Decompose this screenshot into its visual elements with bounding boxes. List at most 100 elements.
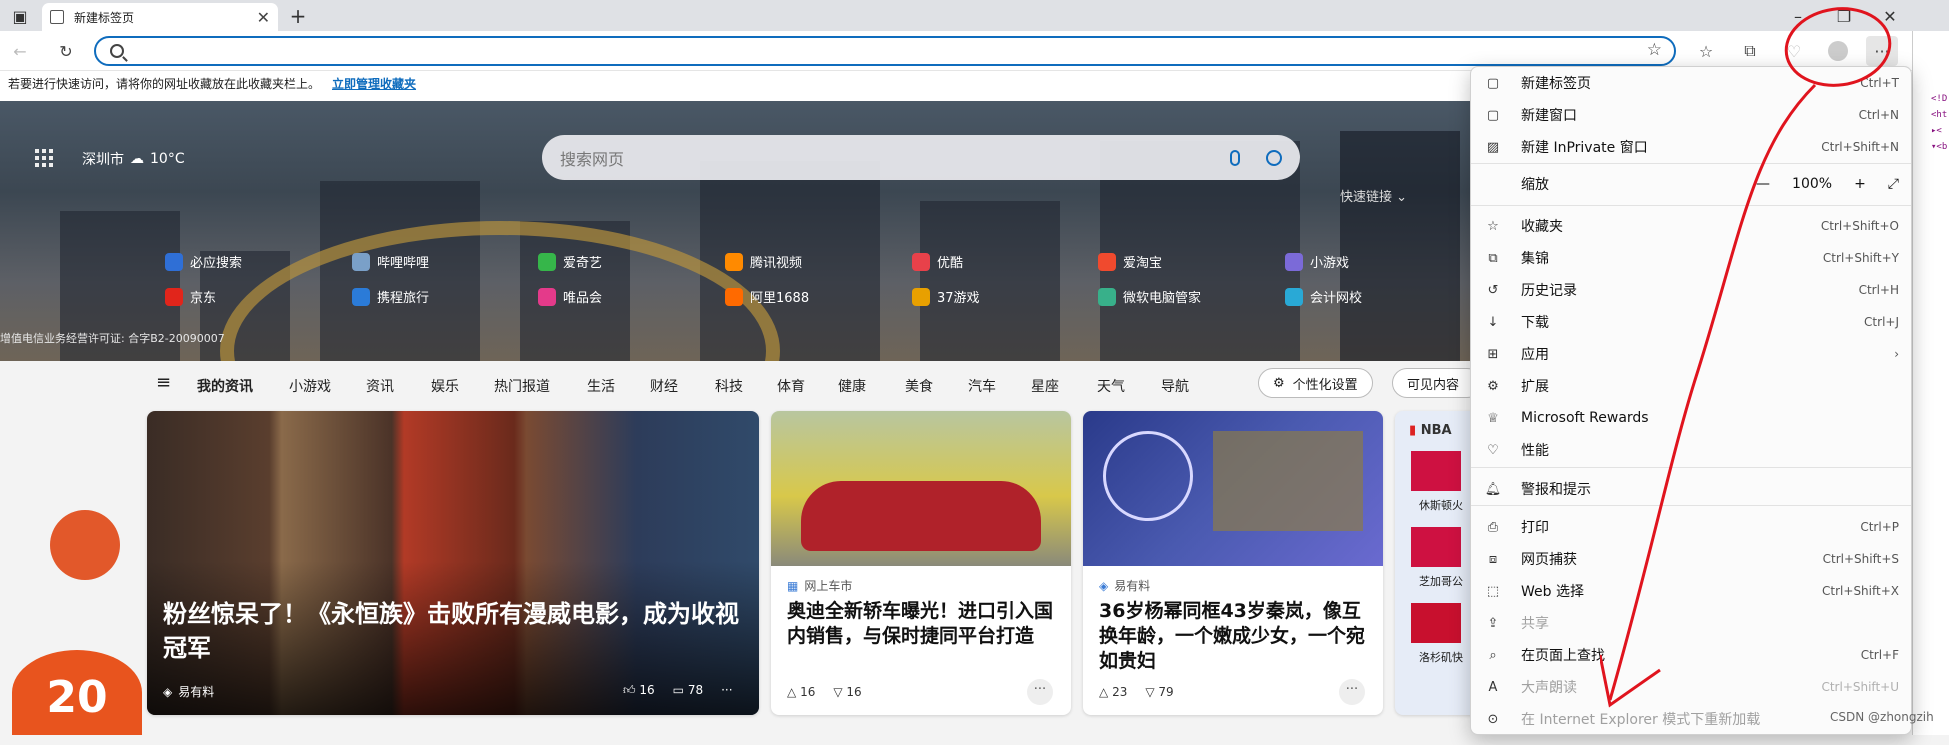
alerts-icon: 🔔︎ (1484, 481, 1502, 497)
apps-icon: ⊞ (1487, 346, 1499, 362)
thumb-up-icon[interactable]: △ (1099, 685, 1108, 699)
news-tab[interactable]: 健康 (838, 376, 866, 396)
quick-link[interactable]: 37游戏 (912, 287, 980, 306)
search-icon (110, 44, 124, 58)
new-tab-icon: ▢ (1486, 75, 1500, 91)
news-source: 网上车市 (804, 579, 853, 593)
menu-item-label: 在页面上查找 (1521, 648, 1605, 664)
source-icon: ◈ (1099, 578, 1109, 593)
back-icon[interactable]: ← (4, 36, 36, 66)
thumb-down-icon[interactable]: ▽ (833, 685, 842, 699)
visible-content-button[interactable]: 可见内容 (1392, 368, 1482, 398)
more-icon[interactable]: ··· (1027, 679, 1053, 705)
news-tab[interactable]: 美食 (905, 376, 933, 396)
menu-icon[interactable]: ≡ (156, 372, 171, 393)
history-icon: ↺ (1487, 282, 1499, 298)
quick-link[interactable]: 携程旅行 (352, 287, 429, 306)
quick-links-toggle[interactable]: 快速链接 ⌄ (1340, 186, 1407, 205)
refresh-icon[interactable]: ↻ (50, 36, 82, 66)
news-tab[interactable]: 科技 (715, 376, 743, 396)
new-tab-button[interactable]: + (280, 3, 316, 29)
nba-label: NBA (1420, 423, 1452, 438)
microphone-icon[interactable] (1230, 149, 1240, 166)
news-tab[interactable]: 小游戏 (289, 376, 331, 396)
zoom-spacer (1485, 176, 1501, 192)
news-title[interactable]: 粉丝惊呆了！《永恒族》击败所有漫威电影，成为收视冠军 (163, 597, 743, 665)
site-icon (165, 287, 183, 306)
site-icon (538, 287, 556, 306)
news-tab[interactable]: 汽车 (968, 376, 996, 396)
site-icon (725, 252, 743, 271)
news-tab[interactable]: 娱乐 (431, 376, 459, 396)
menu-item-label: 历史记录 (1521, 283, 1577, 299)
site-icon (1285, 252, 1303, 271)
more-icon[interactable]: ··· (1339, 679, 1365, 705)
quick-link[interactable]: 微软电脑管家 (1098, 287, 1201, 306)
quick-link[interactable]: 爱奇艺 (538, 252, 602, 271)
menu-item-label: 打印 (1521, 520, 1549, 536)
source-icon: ◈ (163, 684, 173, 699)
news-tab[interactable]: 财经 (650, 376, 678, 396)
downloads-icon: ↓ (1487, 314, 1499, 330)
tab-close-icon[interactable]: ✕ (257, 8, 270, 27)
rewards-icon: ♕ (1487, 410, 1499, 426)
quick-link[interactable]: 京东 (165, 287, 216, 306)
tab-actions-icon[interactable]: ▣ (2, 3, 38, 29)
thumb-down-icon[interactable]: ▽ (1145, 685, 1154, 699)
news-title[interactable]: 奥迪全新轿车曝光！进口引入国内销售，与保时捷同平台打造 (787, 599, 1057, 649)
news-tab[interactable]: 星座 (1031, 376, 1059, 396)
news-source: 易有料 (178, 685, 215, 699)
web-select-icon: ⬚ (1486, 583, 1500, 599)
site-icon (352, 287, 370, 306)
thumb-up-icon[interactable]: △ (787, 685, 796, 699)
news-tab[interactable]: 生活 (587, 376, 615, 396)
address-input[interactable] (132, 40, 1632, 62)
address-bar[interactable]: ☆ (94, 36, 1676, 66)
news-source: 易有料 (1114, 579, 1151, 593)
weather-widget[interactable]: 深圳市 ☁ 10°C (82, 149, 185, 169)
personalize-button[interactable]: ⚙ 个性化设置 (1258, 368, 1373, 398)
news-title[interactable]: 36岁杨幂同框43岁秦岚，像互换年龄，一个嫩成少女，一个宛如贵妇 (1099, 599, 1371, 674)
quick-link-label: 哔哩哔哩 (377, 256, 430, 271)
news-tab[interactable]: 体育 (777, 376, 805, 396)
favbar-text: 若要进行快速访问，请将你的网址收藏放在此收藏夹栏上。 (8, 77, 321, 91)
manage-favorites-link[interactable]: 立即管理收藏夹 (332, 77, 416, 91)
quick-link[interactable]: 小游戏 (1285, 252, 1349, 271)
quick-link[interactable]: 会计网校 (1285, 287, 1362, 306)
web-search-box[interactable]: 搜索网页 (542, 135, 1300, 180)
site-icon (1098, 252, 1116, 271)
tab-new-tab[interactable]: 新建标签页 ✕ (42, 3, 278, 31)
quick-link[interactable]: 必应搜索 (165, 252, 242, 271)
cloud-icon: ☁ (130, 151, 144, 167)
quick-link[interactable]: 爱淘宝 (1098, 252, 1162, 271)
quick-links-label: 快速链接 (1340, 190, 1393, 205)
site-icon (352, 252, 370, 271)
apps-grid-icon[interactable] (35, 149, 53, 167)
news-tab[interactable]: 我的资讯 (197, 376, 253, 396)
news-card-yang[interactable]: ◈ 易有料 36岁杨幂同框43岁秦岚，像互换年龄，一个嫩成少女，一个宛如贵妇 △ … (1083, 411, 1383, 715)
menu-item-label: 大声朗读 (1521, 680, 1577, 696)
quick-link[interactable]: 阿里1688 (725, 287, 809, 306)
dislikes: 16 (846, 685, 862, 699)
comment-icon[interactable]: ▭ (673, 683, 684, 697)
news-tab[interactable]: 导航 (1161, 376, 1189, 396)
quick-link[interactable]: 优酷 (912, 252, 963, 271)
news-card-main[interactable]: 粉丝惊呆了！《永恒族》击败所有漫威电影，成为收视冠军 ◈ 易有料 👍︎ 16 ▭ 7… (147, 411, 759, 715)
news-tab[interactable]: 资讯 (366, 376, 394, 396)
search-submit-icon[interactable] (1266, 149, 1282, 166)
news-card-audi[interactable]: ▦ 网上车市 奥迪全新轿车曝光！进口引入国内销售，与保时捷同平台打造 △ 16 ▽ … (771, 411, 1071, 715)
web-capture-icon: ⧈ (1488, 551, 1498, 567)
dislikes: 79 (1158, 685, 1174, 699)
likes: 16 (800, 685, 816, 699)
news-tab[interactable]: 天气 (1097, 376, 1125, 396)
quick-link[interactable]: 哔哩哔哩 (352, 252, 429, 271)
likes: 23 (1112, 685, 1128, 699)
new-inprivate-icon: ▨ (1486, 139, 1500, 155)
more-icon[interactable]: ··· (721, 683, 732, 698)
festival-decoration (50, 510, 120, 580)
news-tab[interactable]: 热门报道 (494, 376, 550, 396)
thumb-up-icon[interactable]: 👍︎ (623, 683, 636, 697)
quick-link[interactable]: 唯品会 (538, 287, 602, 306)
menu-item-label: 下载 (1521, 315, 1549, 331)
quick-link[interactable]: 腾讯视频 (725, 252, 802, 271)
